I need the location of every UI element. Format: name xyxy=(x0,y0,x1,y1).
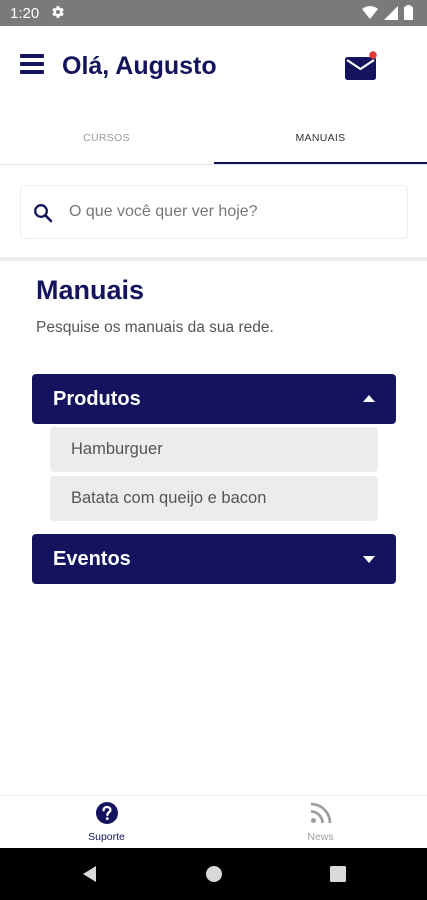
help-circle-icon xyxy=(96,802,118,824)
home-icon[interactable] xyxy=(205,865,223,883)
greeting-title: Olá, Augusto xyxy=(62,52,217,80)
search-input[interactable] xyxy=(69,186,399,238)
nav-suporte-label: Suporte xyxy=(88,831,125,843)
wifi-icon xyxy=(362,5,378,19)
tab-manuais[interactable]: MANUAIS xyxy=(214,110,427,165)
manual-item-label: Batata com queijo e bacon xyxy=(71,489,267,507)
bottom-navigation: Suporte News xyxy=(0,795,427,848)
app-header: Olá, Augusto xyxy=(0,26,427,110)
search-icon xyxy=(34,204,53,223)
accordion-produtos-label: Produtos xyxy=(53,388,141,410)
signal-icon xyxy=(384,5,398,20)
caret-up-icon xyxy=(363,395,375,402)
accordion-eventos[interactable]: Eventos xyxy=(32,534,396,584)
accordion-produtos[interactable]: Produtos xyxy=(32,374,396,424)
back-icon[interactable] xyxy=(81,865,99,883)
rss-feed-icon xyxy=(310,802,332,824)
hamburger-menu-icon[interactable] xyxy=(20,54,44,74)
notification-badge xyxy=(369,51,377,59)
search-box[interactable] xyxy=(20,185,408,239)
manual-item-label: Hamburguer xyxy=(71,440,163,458)
nav-suporte[interactable]: Suporte xyxy=(0,796,213,849)
page-subtitle: Pesquise os manuais da sua rede. xyxy=(36,319,274,336)
nav-news-label: News xyxy=(307,831,334,843)
mail-icon[interactable] xyxy=(344,51,378,81)
recents-icon[interactable] xyxy=(329,865,347,883)
nav-news[interactable]: News xyxy=(214,796,427,849)
tab-cursos[interactable]: CURSOS xyxy=(0,110,213,165)
tab-bar: CURSOS MANUAIS xyxy=(0,110,427,165)
accordion-eventos-label: Eventos xyxy=(53,548,131,570)
caret-down-icon xyxy=(363,556,375,563)
page-title: Manuais xyxy=(36,275,145,305)
status-bar: 1:20 xyxy=(0,0,427,26)
search-section xyxy=(0,165,427,261)
manual-item-hamburguer[interactable]: Hamburguer xyxy=(50,427,378,472)
active-tab-indicator xyxy=(214,162,427,164)
settings-icon xyxy=(52,6,64,18)
system-navigation-bar xyxy=(0,848,427,900)
manual-item-batata[interactable]: Batata com queijo e bacon xyxy=(50,476,378,521)
battery-icon xyxy=(404,5,413,20)
status-icons xyxy=(362,5,413,20)
status-time: 1:20 xyxy=(10,5,40,22)
